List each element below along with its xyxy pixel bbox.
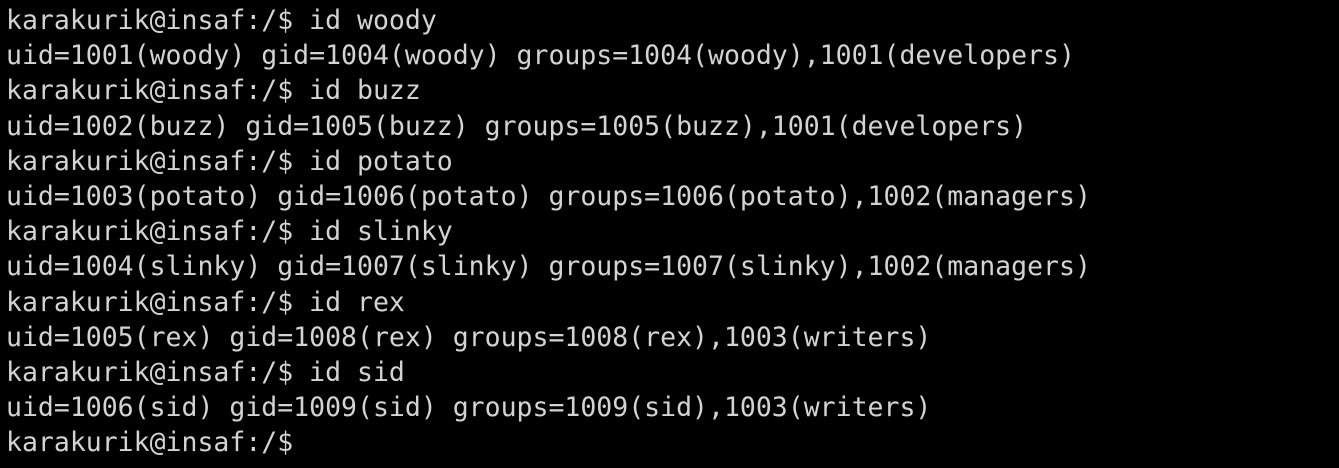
prompt-input-line[interactable]: karakurik@insaf:/$ — [6, 425, 1339, 460]
command-line-5: karakurik@insaf:/$ id rex — [6, 286, 405, 318]
terminal-window[interactable]: karakurik@insaf:/$ id woody uid=1001(woo… — [0, 0, 1339, 468]
output-line-1: uid=1001(woody) gid=1004(woody) groups=1… — [6, 40, 1075, 72]
output-line-3: uid=1003(potato) gid=1006(potato) groups… — [6, 180, 1091, 212]
command-line-4: karakurik@insaf:/$ id slinky — [6, 216, 453, 248]
command-line-6: karakurik@insaf:/$ id sid — [6, 356, 405, 388]
output-line-2: uid=1002(buzz) gid=1005(buzz) groups=100… — [6, 110, 1028, 142]
prompt-text: karakurik@insaf:/$ — [6, 427, 294, 459]
command-line-2: karakurik@insaf:/$ id buzz — [6, 75, 421, 107]
output-line-6: uid=1006(sid) gid=1009(sid) groups=1009(… — [6, 392, 932, 424]
command-line-3: karakurik@insaf:/$ id potato — [6, 145, 453, 177]
command-line-1: karakurik@insaf:/$ id woody — [6, 5, 437, 36]
output-line-5: uid=1005(rex) gid=1008(rex) groups=1008(… — [6, 321, 932, 353]
output-line-4: uid=1004(slinky) gid=1007(slinky) groups… — [6, 251, 1091, 283]
